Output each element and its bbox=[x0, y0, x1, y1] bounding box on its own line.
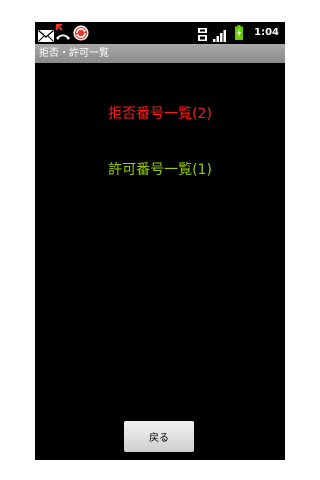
page-title: 拒否・許可一覧 bbox=[39, 48, 109, 59]
status-bar: 1:04 bbox=[35, 22, 285, 44]
clock: 1:04 bbox=[254, 27, 279, 38]
battery-charging-icon bbox=[235, 25, 243, 44]
allow-numbers-list-link[interactable]: 許可番号一覧(1) bbox=[35, 160, 285, 180]
reject-numbers-list-link[interactable]: 拒否番号一覧(2) bbox=[35, 104, 285, 124]
sync-icon bbox=[73, 25, 89, 45]
network-type-icon bbox=[198, 26, 207, 45]
back-button[interactable]: 戻る bbox=[124, 421, 194, 452]
title-bar: 拒否・許可一覧 bbox=[35, 44, 285, 63]
missed-call-icon bbox=[55, 24, 71, 46]
phone-screen: 1:04 拒否・許可一覧 拒否番号一覧(2) 許可番号一覧(1) 戻る bbox=[35, 22, 285, 460]
